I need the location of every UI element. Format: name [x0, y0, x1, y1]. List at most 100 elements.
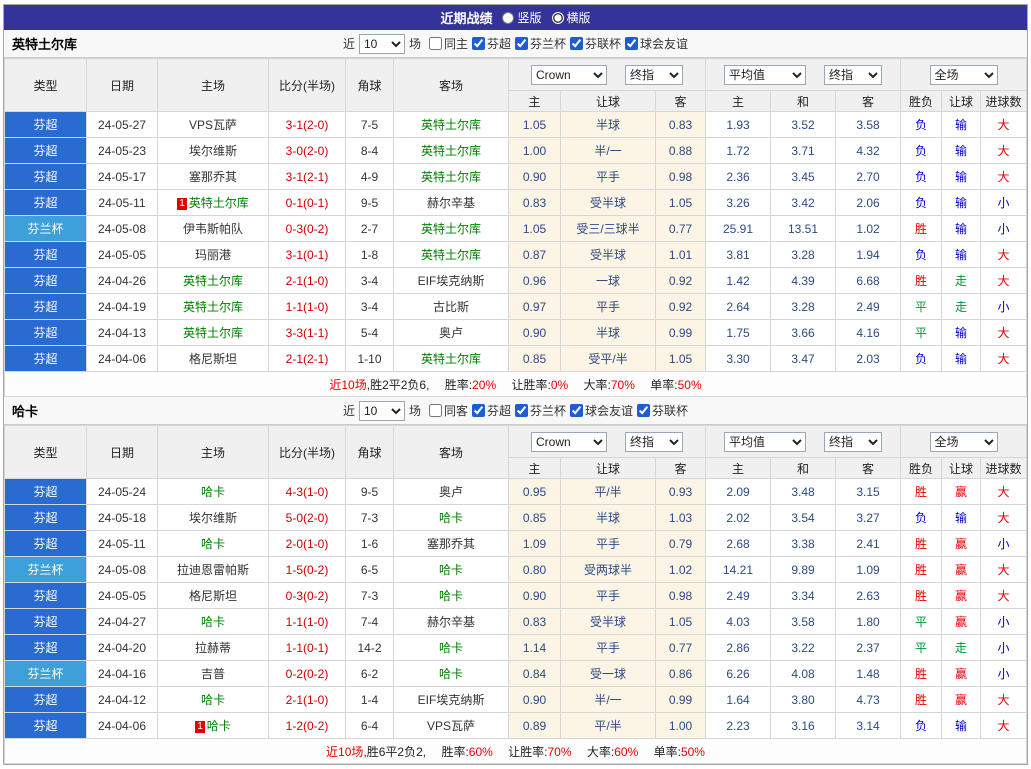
team-link[interactable]: 英特土尔库 — [421, 352, 481, 366]
final-odds-select[interactable]: 终指 — [824, 431, 882, 452]
filter-checkbox[interactable] — [428, 37, 442, 50]
euro-odds-cell: 3.48 — [770, 478, 836, 505]
view-option-horizontal[interactable]: 横版 — [551, 9, 591, 26]
team-link[interactable]: 伊韦斯帕队 — [183, 222, 243, 236]
away-team-cell: 奥卢 — [393, 478, 509, 505]
team-link[interactable]: 奥卢 — [439, 485, 463, 499]
filter-checkbox[interactable] — [471, 404, 485, 417]
filter-option[interactable]: 球会友谊 — [625, 35, 688, 52]
fulltime-select[interactable]: 全场 — [929, 64, 998, 85]
result-cell: 胜 — [900, 215, 942, 242]
euro-odds-cell: 1.48 — [835, 660, 901, 687]
team-link[interactable]: 英特土尔库 — [421, 248, 481, 262]
team-link[interactable]: 哈卡 — [439, 667, 463, 681]
team-link[interactable]: 哈卡 — [439, 563, 463, 577]
team-link[interactable]: 赫尔辛基 — [427, 196, 475, 210]
filter-checkbox[interactable] — [637, 404, 651, 417]
team-link[interactable]: 哈卡 — [439, 641, 463, 655]
filter-checkbox[interactable] — [515, 37, 528, 50]
away-team-cell: 哈卡 — [393, 556, 509, 583]
filter-option[interactable]: 芬联杯 — [637, 402, 688, 419]
horizontal-layout-radio[interactable] — [551, 11, 564, 24]
team-link[interactable]: 古比斯 — [433, 300, 469, 314]
vertical-layout-radio[interactable] — [502, 11, 515, 24]
final-odds-select[interactable]: 终指 — [625, 431, 683, 452]
team-link[interactable]: 玛丽港 — [195, 248, 231, 262]
filter-checkbox[interactable] — [625, 37, 639, 50]
filter-checkbox[interactable] — [471, 37, 485, 50]
filter-option[interactable]: 同客 — [428, 402, 468, 419]
asian-odds-cell: 0.98 — [655, 163, 706, 190]
team-link[interactable]: 塞那乔其 — [427, 537, 475, 551]
away-team-cell: 英特土尔库 — [393, 241, 509, 268]
team-link[interactable]: 格尼斯坦 — [189, 352, 237, 366]
filter-option[interactable]: 芬兰杯 — [515, 402, 566, 419]
team-link[interactable]: 塞那乔其 — [189, 170, 237, 184]
team-link[interactable]: 哈卡 — [439, 589, 463, 603]
team-link[interactable]: 奥卢 — [439, 326, 463, 340]
view-option-vertical[interactable]: 竖版 — [502, 9, 542, 26]
asian-odds-cell: 0.84 — [508, 660, 561, 687]
team-link[interactable]: EIF埃克纳斯 — [418, 693, 485, 707]
average-odds-select[interactable]: 平均值 — [724, 431, 806, 452]
filter-option[interactable]: 同主 — [428, 35, 468, 52]
team-link[interactable]: 拉赫蒂 — [195, 641, 231, 655]
team-link[interactable]: EIF埃克纳斯 — [418, 274, 485, 288]
team-name: 哈卡 — [12, 404, 39, 419]
average-odds-select[interactable]: 平均值 — [724, 64, 806, 85]
date-cell: 24-04-26 — [86, 267, 158, 294]
filter-option[interactable]: 芬超 — [471, 402, 511, 419]
euro-odds-cell: 1.75 — [705, 319, 771, 346]
filter-option[interactable]: 芬联杯 — [570, 35, 621, 52]
sub-handicap: 让球 — [560, 457, 656, 479]
team-link[interactable]: 英特土尔库 — [183, 326, 243, 340]
goals-result-cell: 大 — [980, 478, 1027, 505]
handicap-result-cell: 输 — [941, 163, 981, 190]
team-link[interactable]: 英特土尔库 — [421, 170, 481, 184]
team-link[interactable]: 哈卡 — [201, 693, 225, 707]
sub-result: 胜负 — [900, 90, 942, 112]
euro-odds-cell: 1.64 — [705, 686, 771, 713]
filter-option[interactable]: 芬超 — [471, 35, 511, 52]
bookmaker-select[interactable]: Crown — [531, 431, 607, 452]
filter-checkbox[interactable] — [570, 37, 584, 50]
score-cell: 1-1(1-0) — [268, 293, 346, 320]
fulltime-select[interactable]: 全场 — [929, 431, 998, 452]
team-link[interactable]: 吉普 — [201, 667, 225, 681]
team-link[interactable]: 拉迪恩雷帕斯 — [177, 563, 249, 577]
team-link[interactable]: 英特土尔库 — [183, 274, 243, 288]
filter-checkbox[interactable] — [570, 404, 584, 417]
filter-option[interactable]: 球会友谊 — [570, 402, 633, 419]
final-odds-select[interactable]: 终指 — [625, 64, 683, 85]
team-link[interactable]: 哈卡 — [201, 485, 225, 499]
team-link[interactable]: 赫尔辛基 — [427, 615, 475, 629]
result-cell: 胜 — [900, 582, 942, 609]
team-link[interactable]: 英特土尔库 — [189, 196, 249, 210]
team-link[interactable]: 英特土尔库 — [183, 300, 243, 314]
league-badge-cell: 芬超 — [4, 319, 87, 346]
final-odds-select[interactable]: 终指 — [824, 64, 882, 85]
team-link[interactable]: 格尼斯坦 — [189, 589, 237, 603]
corner-cell: 4-9 — [345, 163, 394, 190]
filter-checkbox[interactable] — [428, 404, 442, 417]
games-count-select[interactable]: 10 — [358, 400, 405, 421]
team-link[interactable]: 哈卡 — [201, 537, 225, 551]
team-link[interactable]: 哈卡 — [207, 719, 231, 733]
team-link[interactable]: VPS瓦萨 — [427, 719, 475, 733]
team-link[interactable]: 哈卡 — [201, 615, 225, 629]
filter-checkbox[interactable] — [515, 404, 528, 417]
team-link[interactable]: 埃尔维斯 — [189, 144, 237, 158]
team-link[interactable]: VPS瓦萨 — [189, 118, 237, 132]
filter-option[interactable]: 芬兰杯 — [515, 35, 566, 52]
games-count-select[interactable]: 10 — [358, 33, 405, 54]
away-team-cell: 哈卡 — [393, 582, 509, 609]
team-link[interactable]: 英特土尔库 — [421, 118, 481, 132]
team-link[interactable]: 英特土尔库 — [421, 222, 481, 236]
team-link[interactable]: 哈卡 — [439, 511, 463, 525]
league-badge-cell: 芬超 — [4, 478, 87, 505]
team-link[interactable]: 英特土尔库 — [421, 144, 481, 158]
bookmaker-select[interactable]: Crown — [531, 64, 607, 85]
away-team-cell: EIF埃克纳斯 — [393, 686, 509, 713]
summary-row: 近10场,胜6平2负2, 胜率:60% 让胜率:70% 大率:60% 单率:50… — [4, 738, 1027, 764]
team-link[interactable]: 埃尔维斯 — [189, 511, 237, 525]
